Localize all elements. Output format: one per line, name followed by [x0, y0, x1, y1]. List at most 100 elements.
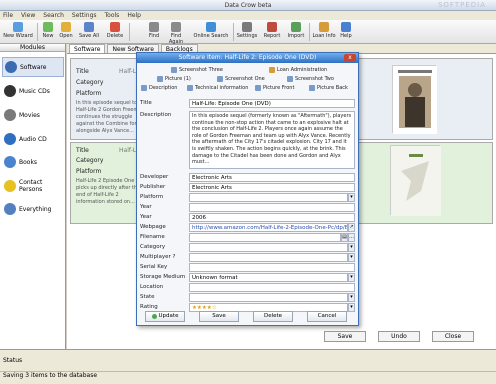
- settings-button[interactable]: Settings: [236, 22, 258, 42]
- delete-button[interactable]: Delete: [104, 22, 126, 42]
- menu-bar: File View Search Settings Tools Help: [0, 11, 496, 20]
- dropdown-arrow-icon[interactable]: ▾: [348, 243, 355, 252]
- tab-software[interactable]: Software: [69, 44, 106, 53]
- toolbar-separator: [233, 23, 234, 41]
- menu-help[interactable]: Help: [127, 11, 141, 20]
- report-button[interactable]: Report: [261, 22, 283, 42]
- import-button[interactable]: Import: [285, 22, 307, 42]
- toolbar-separator: [129, 23, 130, 41]
- update-button[interactable]: Update: [145, 311, 185, 322]
- save-button[interactable]: Save: [199, 311, 239, 322]
- delete-icon: [110, 22, 120, 32]
- developer-input[interactable]: Electronic Arts: [189, 173, 355, 182]
- card-category-label: Category: [76, 157, 104, 164]
- blank-input[interactable]: [189, 203, 355, 212]
- tab-picture[interactable]: Picture (1): [157, 75, 191, 83]
- module-movies[interactable]: Movies: [2, 105, 64, 125]
- open-icon: [61, 22, 71, 32]
- online-search-button[interactable]: Online Search: [192, 22, 230, 42]
- save-all-button[interactable]: Save All: [76, 22, 102, 42]
- image-icon: [309, 85, 315, 91]
- new-button[interactable]: New: [40, 22, 56, 42]
- tab-screenshot-one[interactable]: Screenshot One: [217, 75, 265, 83]
- browse-icon[interactable]: …: [348, 233, 355, 242]
- module-contact-persons[interactable]: Contact Persons: [2, 176, 64, 196]
- description-textarea[interactable]: In this episode sequel (formerly known a…: [189, 111, 355, 169]
- toolbar: New Wizard New Open Save All Delete Find…: [0, 20, 496, 45]
- tab-screenshot-three[interactable]: Screenshot Three: [171, 66, 223, 74]
- card-platform-label: Platform: [76, 90, 102, 97]
- watermark: SOFTPEDIA: [437, 1, 486, 9]
- gear-icon: [242, 22, 252, 32]
- open-button[interactable]: Open: [58, 22, 74, 42]
- field-developer: Developer Electronic Arts: [137, 173, 358, 183]
- undo-button[interactable]: Undo: [378, 331, 420, 342]
- menu-settings[interactable]: Settings: [72, 11, 97, 20]
- wizard-icon: [13, 22, 23, 32]
- field-webpage: Webpage http://www.amazon.com/Half-Life-2…: [140, 223, 355, 232]
- dropdown-arrow-icon[interactable]: ▾: [348, 303, 355, 312]
- field-category: Category ▾: [137, 243, 358, 253]
- book-icon: [4, 156, 16, 168]
- image-icon: [255, 85, 261, 91]
- dropdown-arrow-icon[interactable]: ▾: [348, 273, 355, 282]
- help-icon: [341, 22, 351, 32]
- category-select[interactable]: [189, 243, 348, 252]
- close-button[interactable]: Close: [432, 331, 474, 342]
- cancel-button[interactable]: Cancel: [307, 311, 347, 322]
- year-input[interactable]: 2006: [189, 213, 355, 222]
- multiplayer-select[interactable]: [189, 253, 348, 262]
- serial-key-input[interactable]: [189, 263, 355, 272]
- state-select[interactable]: [189, 293, 348, 302]
- open-link-icon[interactable]: ↗: [348, 223, 355, 232]
- menu-tools[interactable]: Tools: [105, 11, 120, 20]
- new-wizard-button[interactable]: New Wizard: [2, 22, 34, 42]
- tab-loan-administration[interactable]: Loan Administration: [269, 66, 327, 74]
- dropdown-arrow-icon[interactable]: ▾: [348, 293, 355, 302]
- delete-button[interactable]: Delete: [253, 311, 293, 322]
- field-title: Title Half-Life: Episode One (DVD): [137, 99, 358, 109]
- location-input[interactable]: [189, 283, 355, 292]
- dropdown-arrow-icon[interactable]: ▾: [348, 253, 355, 262]
- webpage-input[interactable]: http://www.amazon.com/Half-Life-2-Episod…: [189, 223, 348, 232]
- module-audio-cd[interactable]: Audio CD: [2, 129, 64, 149]
- tab-technical-information[interactable]: Technical information: [187, 84, 248, 92]
- module-music-cds[interactable]: Music CDs: [2, 81, 64, 101]
- module-everything[interactable]: Everything: [2, 199, 64, 219]
- field-state: State ▾: [137, 293, 358, 303]
- dialog-close-button[interactable]: x: [344, 54, 356, 62]
- filename-input[interactable]: [189, 233, 341, 242]
- dropdown-arrow-icon[interactable]: ▾: [348, 193, 355, 202]
- menu-file[interactable]: File: [3, 11, 13, 20]
- window-title: Data Crow beta: [224, 2, 272, 9]
- storage-medium-select[interactable]: Unknown format: [189, 273, 348, 282]
- help-button[interactable]: Help: [338, 22, 354, 42]
- folder-icon[interactable]: ▤: [341, 233, 348, 242]
- loan-info-button[interactable]: Loan Info: [312, 22, 336, 42]
- module-software[interactable]: Software: [2, 57, 64, 77]
- find-again-button[interactable]: Find Again: [163, 22, 189, 45]
- save-button[interactable]: Save: [324, 331, 366, 342]
- toolbar-separator: [309, 23, 310, 41]
- field-year-blank: Year: [137, 203, 358, 213]
- dialog-title: Software Item: Half-Life 2: Episode One …: [137, 53, 358, 63]
- module-books[interactable]: Books: [2, 152, 64, 172]
- find-again-icon: [171, 22, 181, 32]
- tab-screenshot-two[interactable]: Screenshot Two: [287, 75, 334, 83]
- find-button[interactable]: Find: [146, 22, 162, 42]
- menu-view[interactable]: View: [21, 11, 35, 20]
- tab-picture-front[interactable]: Picture Front: [255, 84, 294, 92]
- tab-picture-back[interactable]: Picture Back: [309, 84, 348, 92]
- tab-description[interactable]: Description: [141, 84, 177, 92]
- image-icon: [157, 76, 163, 82]
- new-icon: [43, 22, 53, 32]
- field-multiplayer: Multiplayer ? ▾: [137, 253, 358, 263]
- publisher-input[interactable]: Electronic Arts: [189, 183, 355, 192]
- title-input[interactable]: Half-Life: Episode One (DVD): [189, 99, 355, 108]
- image-icon: [217, 76, 223, 82]
- movie-icon: [4, 109, 16, 121]
- text-icon: [141, 85, 147, 91]
- image-icon: [171, 67, 177, 73]
- platform-select[interactable]: [189, 193, 348, 202]
- menu-search[interactable]: Search: [43, 11, 64, 20]
